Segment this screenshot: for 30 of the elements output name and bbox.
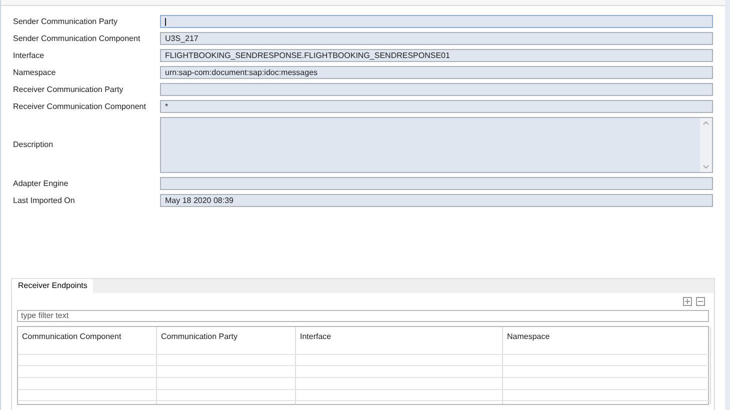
field-label: Adapter Engine — [13, 178, 70, 190]
text-field[interactable] — [160, 177, 713, 190]
text-field[interactable] — [160, 83, 713, 96]
text-field[interactable]: FLIGHTBOOKING_SENDRESPONSE.FLIGHTBOOKING_SENDRESPONSE01 — [160, 49, 713, 62]
text-field[interactable]: U3S_217 — [160, 32, 713, 45]
field-label: Receiver Communication Party — [13, 84, 124, 96]
scroll-down-icon[interactable] — [703, 165, 709, 169]
field-label: Receiver Communication Component — [13, 100, 147, 112]
text-field[interactable]: urn:sap-com:document:sap:idoc:messages — [160, 66, 713, 79]
field-label: Interface — [13, 50, 46, 62]
column-header[interactable]: Namespace — [503, 327, 711, 354]
collapse-all-icon[interactable] — [696, 297, 705, 306]
text-field[interactable] — [160, 15, 713, 28]
text-cursor — [165, 18, 166, 26]
text-field[interactable]: * — [160, 100, 713, 113]
field-label: Namespace — [13, 66, 57, 78]
text-field[interactable]: May 18 2020 08:39 — [160, 194, 713, 207]
field-label: Last Imported On — [13, 194, 76, 206]
scrollbar[interactable] — [700, 118, 712, 172]
scroll-up-icon[interactable] — [703, 121, 709, 125]
field-label: Sender Communication Component — [13, 32, 142, 44]
column-header[interactable]: Communication Component — [18, 327, 157, 354]
field-label: Sender Communication Party — [13, 16, 118, 28]
filter-field[interactable]: type filter text — [17, 310, 709, 322]
tab[interactable]: Receiver Endpoints — [12, 279, 94, 293]
expand-all-icon[interactable] — [683, 297, 692, 306]
column-header[interactable]: Interface — [296, 327, 503, 354]
description-field[interactable] — [160, 117, 713, 173]
field-label: Description — [13, 139, 54, 151]
column-header[interactable]: Communication Party — [157, 327, 296, 354]
